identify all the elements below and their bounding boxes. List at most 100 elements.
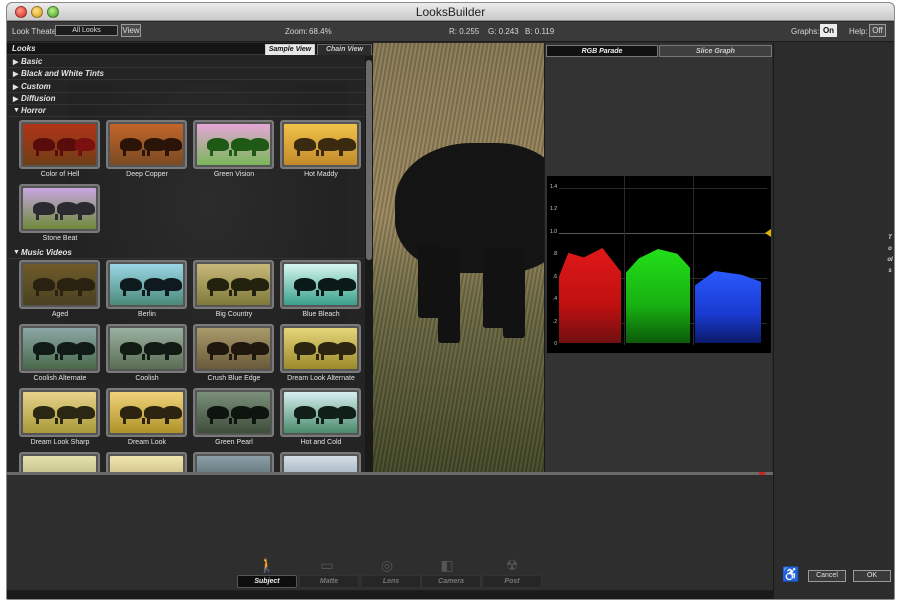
look-thumbnail[interactable] — [280, 260, 361, 309]
look-label: Blue Bleach — [302, 311, 340, 318]
look-thumbnail[interactable] — [19, 120, 100, 169]
look-preview-image — [284, 456, 357, 472]
look-label: Hot Maddy — [304, 171, 338, 178]
category-horror[interactable]: ▼ Horror — [7, 105, 365, 117]
scope-y-label: 1.0 — [550, 229, 557, 235]
cancel-button[interactable]: Cancel — [808, 570, 846, 582]
look-preview-image — [23, 328, 96, 369]
ok-button[interactable]: OK — [853, 570, 891, 582]
blue-readout: B: 0.119 — [525, 27, 555, 36]
category-custom[interactable]: ▶ Custom — [7, 81, 365, 93]
look-thumbnail[interactable] — [193, 452, 274, 472]
elephant-silhouette — [120, 138, 145, 156]
look-thumbnail[interactable] — [193, 388, 274, 437]
look-thumbnail[interactable] — [280, 452, 361, 472]
window-title: LooksBuilder — [415, 5, 486, 19]
elephant-silhouette — [336, 138, 357, 156]
bottom-scrollbar[interactable] — [7, 591, 773, 599]
look-thumbnail[interactable] — [193, 260, 274, 309]
elephant-leg — [483, 248, 505, 328]
look-preview-image — [197, 392, 270, 433]
graph-panel: RGB Parade Slice Graph 1.4 1.2 1.0 .8 .6… — [544, 43, 772, 472]
scope-y-label: 0 — [554, 341, 557, 347]
look-label: Dream Look — [127, 439, 167, 446]
blue-channel-waveform — [695, 271, 761, 343]
looks-scrollbar[interactable] — [365, 56, 373, 472]
trash-person-icon[interactable]: ♿ — [782, 566, 799, 592]
expand-arrow-icon: ▶ — [13, 71, 19, 78]
look-preview-image — [23, 456, 96, 472]
category-basic[interactable]: ▶ Basic — [7, 56, 365, 68]
elephant-silhouette — [294, 342, 319, 360]
look-preview-image — [110, 328, 183, 369]
elephant-silhouette — [120, 406, 145, 424]
matte-icon: ▭ — [320, 557, 334, 573]
scope-y-label: .6 — [552, 274, 557, 280]
view-button[interactable]: View — [121, 24, 141, 37]
category-black-and-white-tints[interactable]: ▶ Black and White Tints — [7, 68, 365, 80]
look-preview-image — [110, 124, 183, 165]
look-preview-image — [197, 328, 270, 369]
level-marker-icon[interactable] — [765, 229, 771, 237]
look-thumbnail[interactable] — [106, 260, 187, 309]
scope-y-label: 1.4 — [550, 184, 557, 190]
elephant-silhouette — [33, 202, 58, 220]
look-thumbnail[interactable] — [280, 388, 361, 437]
elephant-silhouette — [294, 138, 319, 156]
elephant-silhouette — [294, 278, 319, 296]
image-viewer[interactable] — [373, 43, 544, 472]
elephant-silhouette — [162, 278, 183, 296]
category-music-videos[interactable]: ▼ Music Videos — [7, 247, 365, 259]
green-channel-waveform — [626, 249, 690, 343]
tab-camera[interactable]: Camera — [421, 575, 481, 588]
look-thumbnail[interactable] — [19, 388, 100, 437]
tab-chain-view[interactable]: Chain View — [317, 44, 372, 55]
zoom-value: 68.4% — [309, 27, 332, 36]
scope-gridline — [559, 233, 767, 234]
elephant-silhouette — [336, 342, 357, 360]
tab-sample-view[interactable]: Sample View — [265, 44, 315, 55]
tools-label: Tools — [886, 233, 894, 277]
help-toggle[interactable]: Off — [869, 24, 886, 37]
look-thumbnail[interactable] — [106, 452, 187, 472]
red-channel-waveform — [559, 248, 621, 343]
look-thumbnail[interactable] — [19, 324, 100, 373]
look-preview-image — [110, 456, 183, 472]
look-thumbnail[interactable] — [193, 120, 274, 169]
tab-subject[interactable]: Subject — [237, 575, 297, 588]
tab-slice-graph[interactable]: Slice Graph — [659, 45, 772, 57]
look-thumbnail[interactable] — [19, 184, 100, 233]
looks-scroll-thumb[interactable] — [366, 60, 372, 260]
look-theater-field[interactable]: All Looks — [55, 25, 118, 36]
graphs-toggle[interactable]: On — [820, 24, 837, 37]
zoom-label: Zoom: — [285, 27, 308, 36]
app-window: LooksBuilder Look Theater: All Looks Vie… — [6, 2, 895, 600]
look-thumbnail[interactable] — [19, 260, 100, 309]
look-preview-image — [284, 392, 357, 433]
elephant-silhouette — [120, 278, 145, 296]
look-thumbnail[interactable] — [280, 324, 361, 373]
look-preview-image — [284, 328, 357, 369]
tab-lens[interactable]: Lens — [361, 575, 421, 588]
look-thumbnail[interactable] — [193, 324, 274, 373]
look-label: Coolish — [135, 375, 159, 382]
look-thumbnail[interactable] — [106, 324, 187, 373]
elephant-silhouette — [162, 138, 183, 156]
collapse-arrow-icon: ▼ — [13, 107, 20, 114]
look-thumbnail[interactable] — [106, 120, 187, 169]
look-label: Hot and Cold — [300, 439, 342, 446]
tab-rgb-parade[interactable]: RGB Parade — [546, 45, 658, 57]
look-thumbnail[interactable] — [280, 120, 361, 169]
look-thumbnail[interactable] — [106, 388, 187, 437]
tab-post[interactable]: Post — [482, 575, 542, 588]
look-label: Big Country — [215, 311, 253, 318]
elephant-silhouette — [207, 406, 232, 424]
category-diffusion[interactable]: ▶ Diffusion — [7, 93, 365, 105]
look-thumbnail[interactable] — [19, 452, 100, 472]
look-label: Berlin — [138, 311, 156, 318]
category-label: Custom — [21, 82, 51, 91]
elephant-silhouette — [162, 406, 183, 424]
tab-matte[interactable]: Matte — [299, 575, 359, 588]
elephant-silhouette — [207, 278, 232, 296]
category-label: Horror — [21, 106, 46, 115]
